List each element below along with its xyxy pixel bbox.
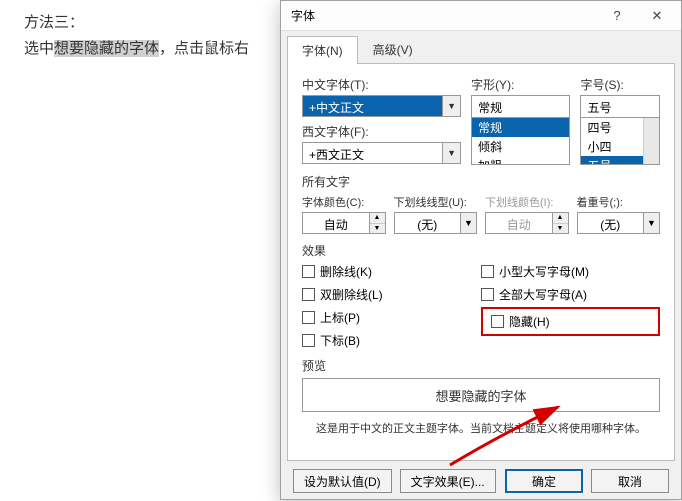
preview-box: 想要隐藏的字体 <box>302 378 660 412</box>
subscript-checkbox[interactable]: 下标(B) <box>302 332 481 349</box>
text-effects-button[interactable]: 文字效果(E)... <box>400 469 496 493</box>
preview-text: 想要隐藏的字体 <box>435 386 526 405</box>
font-color-combo[interactable]: 自动 ▲▼ <box>302 212 386 234</box>
chevron-down-icon[interactable]: ▼ <box>460 213 476 233</box>
chevron-down-icon[interactable]: ▼ <box>643 213 659 233</box>
dialog-footer: 设为默认值(D) 文字效果(E)... 确定 取消 <box>281 461 681 501</box>
underline-label: 下划线线型(U): <box>394 194 478 210</box>
hidden-checkbox[interactable]: 隐藏(H) <box>491 313 650 330</box>
emphasis-combo[interactable]: (无) ▼ <box>577 212 661 234</box>
list-item[interactable]: 加粗 <box>472 156 569 165</box>
list-item[interactable]: 五号 <box>581 156 643 165</box>
list-item[interactable]: 常规 <box>472 118 569 137</box>
dropdown-split-icon[interactable]: ▲▼ <box>369 213 385 233</box>
underline-combo[interactable]: (无) ▼ <box>394 212 478 234</box>
cn-font-value: +中文正文 <box>303 96 442 116</box>
font-panel: 中文字体(T): +中文正文 ▼ 西文字体(F): +西文正文 ▼ 字形(Y):… <box>287 63 675 461</box>
strike-checkbox[interactable]: 删除线(K) <box>302 263 481 280</box>
background-document-text: 方法三： 选中想要隐藏的字体，点击鼠标右 <box>24 10 249 62</box>
emphasis-label: 着重号(;): <box>577 194 661 210</box>
dialog-tabs: 字体(N) 高级(V) <box>281 31 681 63</box>
bg-line2: 选中想要隐藏的字体，点击鼠标右 <box>24 36 249 62</box>
help-button[interactable]: ? <box>597 2 637 30</box>
underline-color-label: 下划线颜色(I): <box>485 194 569 210</box>
cn-font-combo[interactable]: +中文正文 ▼ <box>302 95 461 117</box>
allchar-section-label: 所有文字 <box>302 173 660 190</box>
font-color-label: 字体颜色(C): <box>302 194 386 210</box>
selected-text: 想要隐藏的字体 <box>54 40 159 57</box>
size-input[interactable]: 五号 <box>580 95 660 117</box>
west-font-value: +西文正文 <box>303 143 442 163</box>
size-label: 字号(S): <box>580 76 660 93</box>
chevron-down-icon[interactable]: ▼ <box>442 143 460 163</box>
list-item[interactable]: 倾斜 <box>472 137 569 156</box>
dblstrike-checkbox[interactable]: 双删除线(L) <box>302 286 481 303</box>
west-font-label: 西文字体(F): <box>302 123 461 140</box>
ok-button[interactable]: 确定 <box>505 469 583 493</box>
dialog-titlebar: 字体 ? ✕ <box>281 1 681 31</box>
cn-font-label: 中文字体(T): <box>302 76 461 93</box>
dialog-title: 字体 <box>291 7 315 24</box>
allcaps-checkbox[interactable]: 全部大写字母(A) <box>481 286 660 303</box>
style-input[interactable]: 常规 <box>471 95 570 117</box>
chevron-down-icon[interactable]: ▼ <box>442 96 460 116</box>
west-font-combo[interactable]: +西文正文 ▼ <box>302 142 461 164</box>
dropdown-split-icon: ▲▼ <box>552 213 568 233</box>
set-default-button[interactable]: 设为默认值(D) <box>293 469 392 493</box>
style-label: 字形(Y): <box>471 76 570 93</box>
tab-advanced[interactable]: 高级(V) <box>358 35 428 63</box>
tab-font[interactable]: 字体(N) <box>287 36 358 64</box>
preview-description: 这是用于中文的正文主题字体。当前文档主题定义将使用哪种字体。 <box>302 420 660 436</box>
superscript-checkbox[interactable]: 上标(P) <box>302 309 481 326</box>
smallcaps-checkbox[interactable]: 小型大写字母(M) <box>481 263 660 280</box>
cancel-button[interactable]: 取消 <box>591 469 669 493</box>
close-button[interactable]: ✕ <box>637 2 677 30</box>
font-dialog: 字体 ? ✕ 字体(N) 高级(V) 中文字体(T): +中文正文 ▼ 西文字体… <box>280 0 682 500</box>
list-item[interactable]: 四号 <box>581 118 643 137</box>
preview-section-label: 预览 <box>302 357 660 374</box>
effects-section-label: 效果 <box>302 242 660 259</box>
highlight-box: 隐藏(H) <box>481 307 660 336</box>
style-listbox[interactable]: 常规 倾斜 加粗 <box>471 117 570 165</box>
size-listbox[interactable]: 四号 小四 五号 <box>580 117 660 165</box>
underline-color-combo: 自动 ▲▼ <box>485 212 569 234</box>
bg-line1: 方法三： <box>24 10 249 36</box>
list-item[interactable]: 小四 <box>581 137 643 156</box>
